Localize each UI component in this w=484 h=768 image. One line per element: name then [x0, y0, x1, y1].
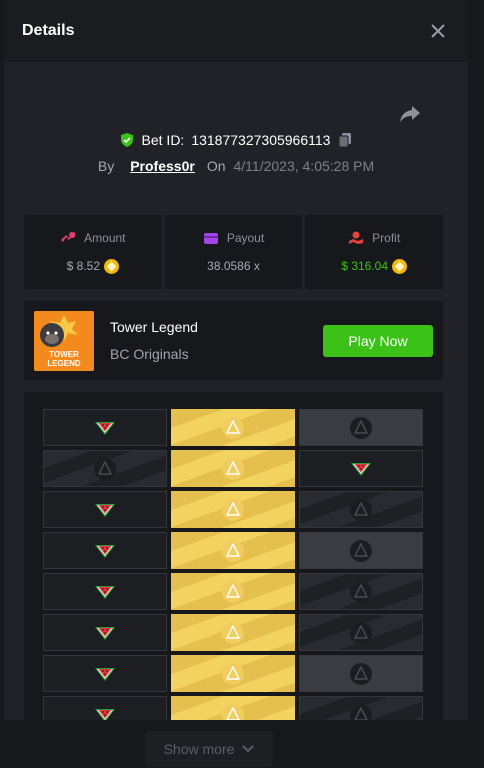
gem-icon — [94, 457, 116, 480]
watermelon-icon — [95, 503, 115, 517]
show-more-label: Show more — [163, 741, 235, 757]
wallet-icon — [203, 233, 218, 244]
close-icon[interactable] — [430, 23, 446, 39]
author-line: By Profess0r On 4/11/2023, 4:05:28 PM — [4, 158, 468, 174]
tower-legend-logo: TOWER LEGEND — [34, 311, 94, 371]
board-cell-gold — [171, 491, 295, 528]
shield-check-icon — [120, 133, 133, 147]
svg-text:LEGEND: LEGEND — [47, 359, 81, 368]
gem-icon — [222, 498, 244, 521]
board-cell-hidden — [299, 491, 423, 528]
board-cell-gold — [171, 614, 295, 651]
gem-icon — [222, 662, 244, 685]
on-label: On — [206, 158, 226, 174]
gem-icon — [222, 539, 244, 562]
gem-icon — [222, 580, 244, 603]
bet-id-line: Bet ID: 131877327305966113 — [4, 132, 468, 148]
board-cell-gold — [171, 409, 295, 446]
board-row — [43, 696, 423, 720]
board-row — [43, 532, 423, 569]
gem-icon — [350, 498, 372, 521]
board-cell-watermelon — [43, 409, 167, 446]
gem-icon — [350, 621, 372, 644]
board-cell-watermelon — [43, 491, 167, 528]
gem-icon — [350, 539, 372, 562]
gem-icon — [350, 580, 372, 603]
chevron-down-icon — [242, 745, 255, 753]
stat-payout: Payout 38.0586 x — [164, 215, 303, 289]
game-card: TOWER LEGEND Tower Legend BC Originals P… — [24, 301, 443, 380]
profit-value: $ 316.04 — [341, 259, 389, 273]
watermelon-icon — [95, 708, 115, 720]
board-row — [43, 655, 423, 692]
game-name: Tower Legend — [110, 319, 198, 335]
bet-id-label: Bet ID: — [141, 132, 185, 148]
board-cell-watermelon — [43, 573, 167, 610]
board-cell-hidden — [299, 532, 423, 569]
gem-icon — [350, 662, 372, 685]
board-cell-gold — [171, 532, 295, 569]
profit-label: Profit — [372, 230, 401, 245]
board-cell-gold — [171, 450, 295, 487]
svg-text:TOWER: TOWER — [49, 350, 79, 359]
watermelon-icon — [95, 585, 115, 599]
gem-icon — [222, 703, 244, 720]
watermelon-icon — [95, 544, 115, 558]
details-modal: Details Bet ID: 131877327305966113 By Pr… — [4, 0, 468, 720]
board-cell-hidden — [299, 696, 423, 720]
watermelon-icon — [351, 462, 371, 476]
amount-label: Amount — [84, 230, 126, 245]
watermelon-icon — [95, 626, 115, 640]
bet-date: 4/11/2023, 4:05:28 PM — [233, 158, 375, 174]
board-cell-hidden — [299, 573, 423, 610]
gem-icon — [222, 416, 244, 439]
modal-header: Details — [4, 0, 468, 62]
gem-icon — [350, 416, 372, 439]
board-row — [43, 491, 423, 528]
stat-amount: Amount $ 8.52 — [24, 215, 162, 289]
show-more-button[interactable]: Show more — [145, 731, 273, 767]
payout-value: 38.0586 x — [207, 259, 260, 273]
bet-amount-icon — [61, 231, 76, 242]
copy-icon[interactable] — [337, 132, 353, 148]
board-row — [43, 450, 423, 487]
board-row — [43, 614, 423, 651]
modal-title: Details — [22, 22, 75, 39]
play-now-button[interactable]: Play Now — [323, 325, 433, 357]
board-cell-gold — [171, 573, 295, 610]
board-cell-watermelon — [299, 450, 423, 487]
amount-value: $ 8.52 — [66, 259, 101, 273]
watermelon-icon — [95, 421, 115, 435]
stat-profit: Profit $ 316.04 — [305, 215, 444, 289]
board-row — [43, 409, 423, 446]
by-label: By — [97, 158, 115, 174]
board-cell-watermelon — [43, 532, 167, 569]
board-cell-watermelon — [43, 655, 167, 692]
bnb-coin-icon — [392, 258, 408, 274]
stats-row: Amount $ 8.52 Payout 38.0586 x Profit $ … — [24, 215, 444, 289]
board-cell-watermelon — [43, 614, 167, 651]
board-row — [43, 573, 423, 610]
game-board — [24, 392, 443, 720]
share-icon[interactable] — [398, 102, 422, 126]
board-cell-hidden — [43, 450, 167, 487]
bnb-coin-icon — [104, 258, 120, 274]
board-cell-watermelon — [43, 696, 167, 720]
bet-id-value: 131877327305966113 — [191, 132, 331, 148]
board-cell-hidden — [299, 614, 423, 651]
payout-label: Payout — [226, 231, 265, 245]
profit-icon — [349, 231, 364, 244]
gem-icon — [222, 457, 244, 480]
game-thumbnail[interactable]: TOWER LEGEND — [34, 311, 94, 371]
game-provider: BC Originals — [110, 346, 189, 362]
gem-icon — [222, 621, 244, 644]
board-cell-gold — [171, 655, 295, 692]
board-cell-gold — [171, 696, 295, 720]
watermelon-icon — [95, 667, 115, 681]
board-cell-hidden — [299, 409, 423, 446]
gem-icon — [350, 703, 372, 720]
board-cell-hidden — [299, 655, 423, 692]
username-link[interactable]: Profess0r — [130, 158, 195, 174]
